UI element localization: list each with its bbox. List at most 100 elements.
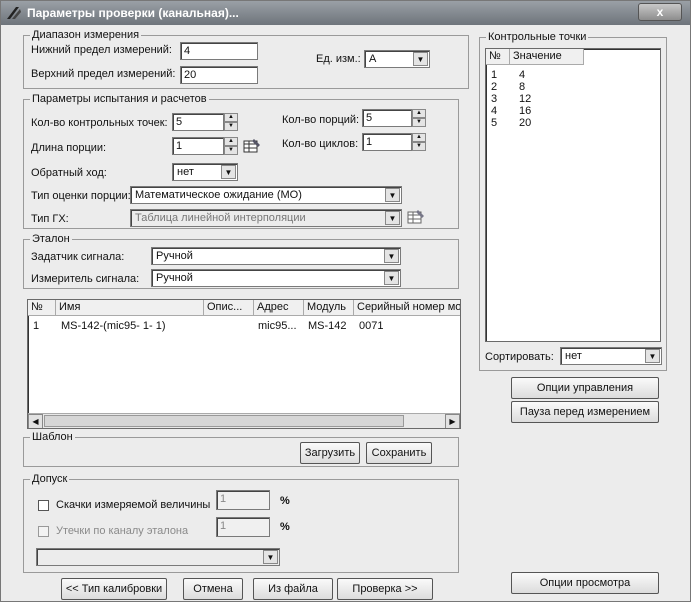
signal-setter-value: Ручной xyxy=(156,250,193,262)
unit-select[interactable]: A ▼ xyxy=(364,50,430,68)
reverse-stroke-select[interactable]: нет ▼ xyxy=(172,163,238,181)
params-legend: Параметры испытания и расчетов xyxy=(30,93,209,105)
load-template-button[interactable]: Загрузить xyxy=(300,442,360,464)
save-template-button[interactable]: Сохранить xyxy=(366,442,432,464)
reverse-stroke-label: Обратный ход: xyxy=(31,167,107,179)
signal-setter-label: Задатчик сигнала: xyxy=(31,251,125,263)
horizontal-scrollbar[interactable]: ◀ ▶ xyxy=(28,413,460,428)
lower-limit-input[interactable]: 4 xyxy=(180,42,258,60)
jumps-input[interactable]: 1 xyxy=(216,490,270,510)
chevron-down-icon[interactable]: ▼ xyxy=(385,188,400,202)
point-number: 4 xyxy=(491,105,498,117)
chevron-down-icon: ▼ xyxy=(385,211,400,225)
row-address: mic95... xyxy=(258,320,297,332)
row-serial: 0071 xyxy=(359,320,384,332)
check-next-button[interactable]: Проверка >> xyxy=(337,578,433,600)
view-options-button[interactable]: Опции просмотра xyxy=(511,572,659,594)
point-value: 20 xyxy=(519,117,532,129)
spin-up-icon[interactable]: ▲ xyxy=(224,137,238,146)
spin-down-icon[interactable]: ▼ xyxy=(412,142,426,151)
column-header[interactable]: № xyxy=(28,300,56,316)
points-count-input[interactable]: 5 xyxy=(172,113,224,131)
point-number: 3 xyxy=(491,93,498,105)
upper-limit-input[interactable]: 20 xyxy=(180,66,258,84)
signal-meter-value: Ручной xyxy=(156,272,193,284)
cycles-count-input[interactable]: 1 xyxy=(362,133,412,151)
scroll-left-icon[interactable]: ◀ xyxy=(28,414,43,428)
spin-down-icon[interactable]: ▼ xyxy=(224,146,238,155)
etalon-legend: Эталон xyxy=(30,233,72,245)
spin-up-icon[interactable]: ▲ xyxy=(224,113,238,122)
params-group: Параметры испытания и расчетов Кол-во ко… xyxy=(23,93,459,229)
column-header[interactable]: Модуль xyxy=(304,300,354,316)
table-edit-icon[interactable] xyxy=(407,209,425,225)
cycles-count-spinner[interactable]: 1 ▲ ▼ xyxy=(362,133,426,151)
pause-before-measure-button[interactable]: Пауза перед измерением xyxy=(511,401,659,423)
dialog-window: Параметры проверки (канальная)... x Диап… xyxy=(0,0,691,602)
template-group: Шаблон Загрузить Сохранить xyxy=(23,431,459,467)
gx-type-label: Тип ГХ: xyxy=(31,213,69,225)
cancel-button[interactable]: Отмена xyxy=(183,578,243,600)
portion-length-label: Длина порции: xyxy=(31,142,107,154)
jumps-checkbox[interactable] xyxy=(38,500,49,511)
signal-meter-select[interactable]: Ручной ▼ xyxy=(151,269,401,287)
points-count-label: Кол-во контрольных точек: xyxy=(31,117,168,129)
template-legend: Шаблон xyxy=(30,431,75,443)
spin-down-icon[interactable]: ▼ xyxy=(412,118,426,127)
jumps-percent-label: % xyxy=(280,495,290,507)
chevron-down-icon[interactable]: ▼ xyxy=(263,550,278,564)
signal-setter-select[interactable]: Ручной ▼ xyxy=(151,247,401,265)
gx-type-select: Таблица линейной интерполяции ▼ xyxy=(130,209,402,227)
portion-length-spinner[interactable]: 1 ▲ ▼ xyxy=(172,137,238,155)
chevron-down-icon[interactable]: ▼ xyxy=(645,349,660,363)
portions-count-spinner[interactable]: 5 ▲ ▼ xyxy=(362,109,426,127)
control-points-table[interactable]: № Значение 1 4 2 8 3 12 4 16 5 20 xyxy=(485,48,661,342)
chevron-down-icon[interactable]: ▼ xyxy=(413,52,428,66)
column-header[interactable]: № xyxy=(486,49,510,65)
column-header[interactable]: Имя xyxy=(56,300,204,316)
spin-down-icon[interactable]: ▼ xyxy=(224,122,238,131)
column-header[interactable]: Опис... xyxy=(204,300,254,316)
scroll-right-icon[interactable]: ▶ xyxy=(445,414,460,428)
column-header[interactable]: Адрес xyxy=(254,300,304,316)
back-calibration-type-button[interactable]: << Тип калибровки xyxy=(61,578,167,600)
estimate-type-label: Тип оценки порции: xyxy=(31,190,131,202)
signal-meter-label: Измеритель сигнала: xyxy=(31,273,140,285)
leak-checkbox[interactable] xyxy=(38,526,49,537)
column-header[interactable]: Серийный номер мо xyxy=(354,300,460,316)
unit-label: Ед. изм.: xyxy=(316,53,361,65)
chevron-down-icon[interactable]: ▼ xyxy=(384,271,399,285)
jumps-label: Скачки измеряемой величины xyxy=(56,499,211,511)
chevron-down-icon[interactable]: ▼ xyxy=(221,165,236,179)
row-name: MS-142-(mic95- 1- 1) xyxy=(61,320,166,332)
table-edit-icon[interactable] xyxy=(243,138,261,154)
leak-input[interactable]: 1 xyxy=(216,517,270,537)
point-number: 1 xyxy=(491,69,498,81)
points-count-spinner[interactable]: 5 ▲ ▼ xyxy=(172,113,238,131)
estimate-type-select[interactable]: Математическое ожидание (МО) ▼ xyxy=(130,186,402,204)
tolerance-select[interactable]: ▼ xyxy=(36,548,280,566)
devices-table[interactable]: № Имя Опис... Адрес Модуль Серийный номе… xyxy=(27,299,461,429)
portions-count-input[interactable]: 5 xyxy=(362,109,412,127)
portion-length-input[interactable]: 1 xyxy=(172,137,224,155)
point-value: 8 xyxy=(519,81,526,93)
point-value: 4 xyxy=(519,69,526,81)
scroll-thumb[interactable] xyxy=(44,415,404,427)
row-number: 1 xyxy=(33,320,40,332)
column-header[interactable]: Значение xyxy=(510,49,584,65)
range-group: Диапазон измерения Нижний предел измерен… xyxy=(23,29,469,89)
sort-select[interactable]: нет ▼ xyxy=(560,347,662,365)
upper-limit-label: Верхний предел измерений: xyxy=(31,68,176,80)
window-title: Параметры проверки (канальная)... xyxy=(27,6,239,20)
cycles-count-label: Кол-во циклов: xyxy=(282,138,359,150)
control-options-button[interactable]: Опции управления xyxy=(511,377,659,399)
from-file-button[interactable]: Из файла xyxy=(253,578,333,600)
close-button[interactable]: x xyxy=(638,3,682,21)
spin-up-icon[interactable]: ▲ xyxy=(412,133,426,142)
tolerance-legend: Допуск xyxy=(30,473,70,485)
gx-type-value: Таблица линейной интерполяции xyxy=(135,212,306,224)
spin-up-icon[interactable]: ▲ xyxy=(412,109,426,118)
title-bar[interactable]: Параметры проверки (канальная)... x xyxy=(1,1,690,25)
chevron-down-icon[interactable]: ▼ xyxy=(384,249,399,263)
sort-value: нет xyxy=(565,350,582,362)
